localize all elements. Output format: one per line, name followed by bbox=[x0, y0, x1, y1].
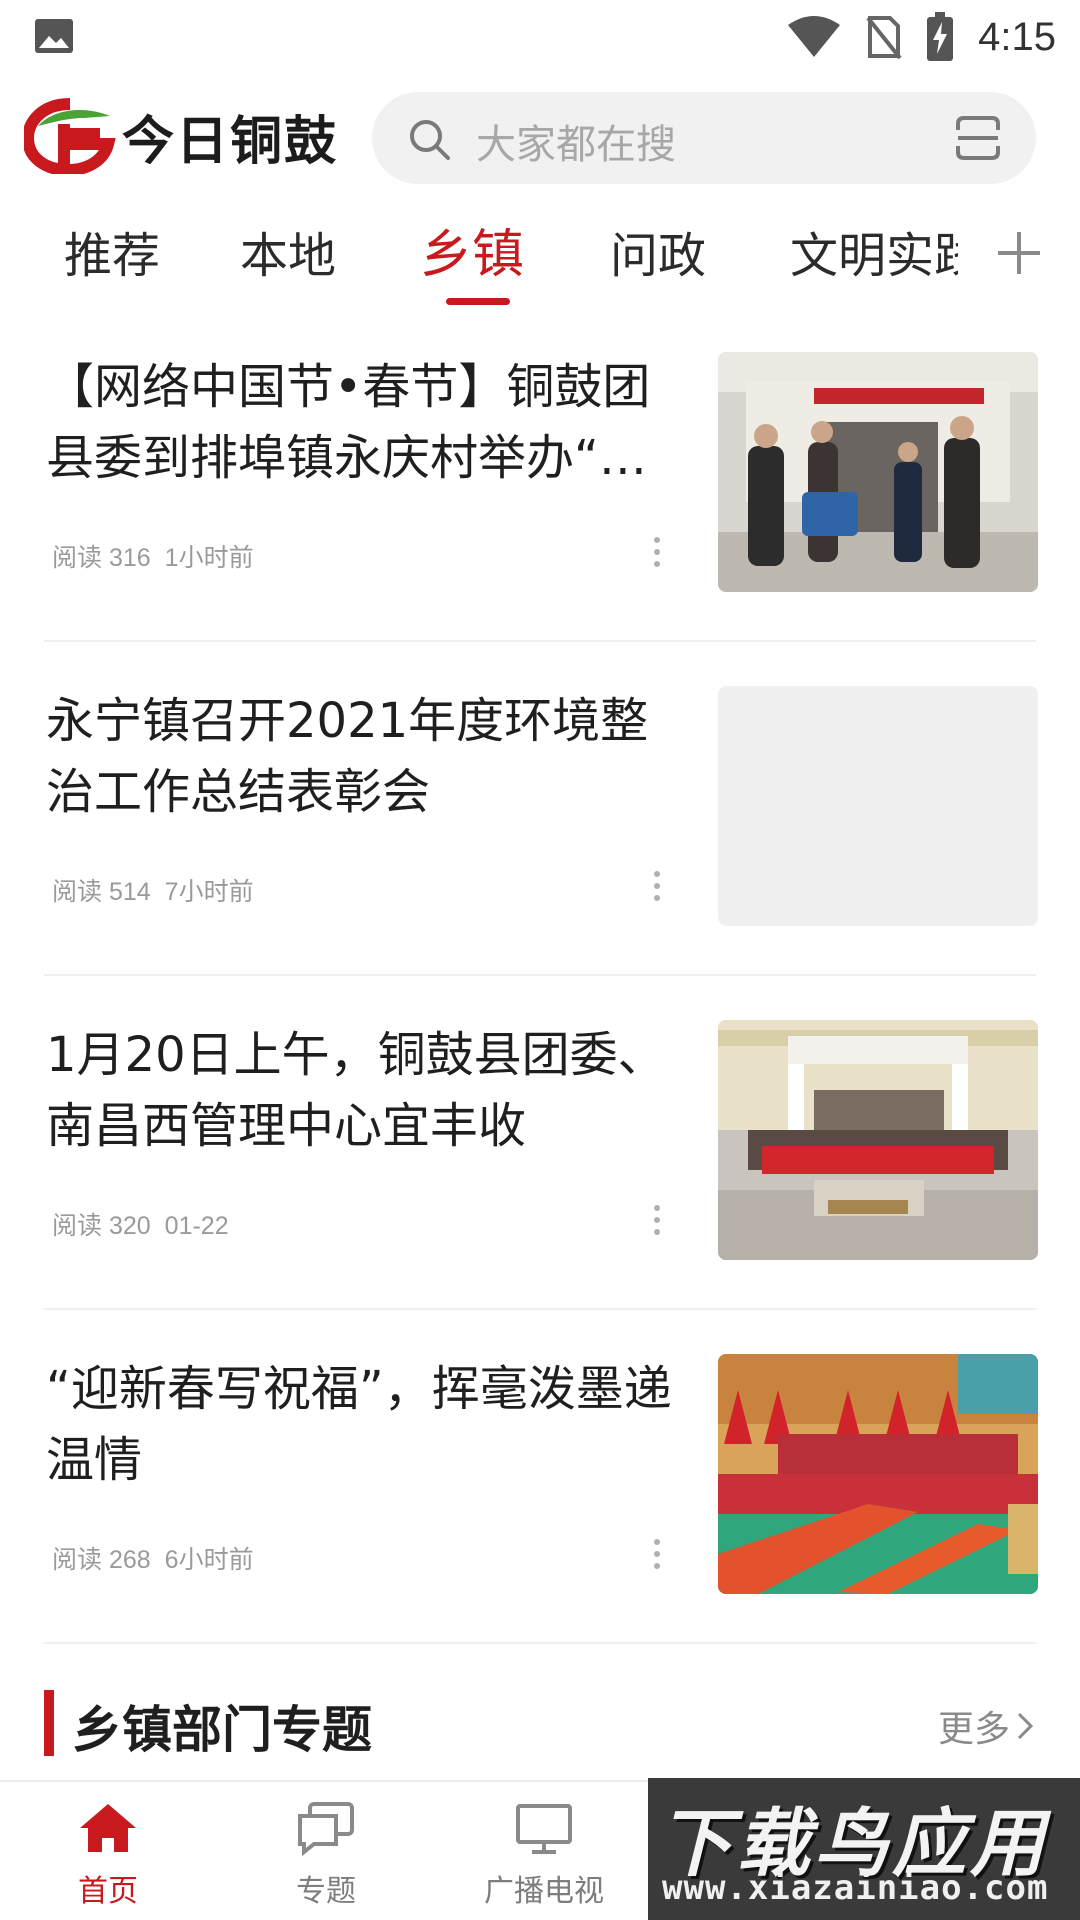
publish-time: 01-22 bbox=[164, 1212, 229, 1240]
add-channel-icon[interactable] bbox=[996, 230, 1042, 276]
publish-time: 6小时前 bbox=[164, 1546, 254, 1574]
news-item[interactable]: 【网络中国节•春节】铜鼓团县委到排埠镇永庆村举办“暖冬行动” 阅读 316 1小时… bbox=[0, 352, 1080, 684]
channel-tabs: 推荐 本地 乡镇 问政 文明实践 bbox=[0, 210, 1080, 310]
logo-mark-icon bbox=[24, 98, 116, 174]
clock-time: 4:15 bbox=[978, 14, 1056, 59]
nav-home[interactable]: 首页 bbox=[38, 1800, 178, 1910]
no-sim-icon bbox=[866, 16, 902, 60]
read-count: 阅读 268 bbox=[52, 1546, 151, 1574]
status-bar: 4:15 bbox=[0, 0, 1080, 74]
news-item[interactable]: 永宁镇召开2021年度环境整治工作总结表彰会 阅读 514 7小时前 bbox=[0, 686, 1080, 1018]
tab-township[interactable]: 乡镇 bbox=[420, 212, 524, 287]
more-options-icon[interactable] bbox=[652, 536, 662, 568]
news-title[interactable]: 1月20日上午，铜鼓县团委、南昌西管理中心宜丰收 bbox=[46, 1020, 676, 1162]
news-item[interactable]: “迎新春写祝福”，挥毫泼墨递温情 阅读 268 6小时前 bbox=[0, 1354, 1080, 1686]
news-meta: 阅读 514 7小时前 bbox=[52, 872, 254, 908]
tab-recommend[interactable]: 推荐 bbox=[64, 216, 160, 286]
nav-broadcast-tv[interactable]: 广播电视 bbox=[474, 1800, 614, 1910]
image-icon bbox=[35, 19, 73, 53]
read-count: 阅读 320 bbox=[52, 1212, 151, 1240]
news-thumbnail[interactable] bbox=[718, 1020, 1038, 1260]
tab-civilization[interactable]: 文明实践 bbox=[790, 216, 958, 286]
news-item[interactable]: 1月20日上午，铜鼓县团委、南昌西管理中心宜丰收 阅读 320 01-22 bbox=[0, 1020, 1080, 1352]
news-title[interactable]: 永宁镇召开2021年度环境整治工作总结表彰会 bbox=[46, 686, 676, 828]
home-icon bbox=[80, 1804, 136, 1852]
search-bar[interactable]: 大家都在搜 bbox=[372, 92, 1036, 184]
tv-icon bbox=[516, 1804, 572, 1854]
nav-label: 专题 bbox=[296, 1874, 356, 1909]
app-logo: 今日铜鼓 bbox=[24, 98, 338, 174]
divider bbox=[44, 640, 1036, 642]
nav-topics[interactable]: 专题 bbox=[256, 1800, 396, 1910]
publish-time: 7小时前 bbox=[164, 878, 254, 906]
tab-local[interactable]: 本地 bbox=[240, 216, 336, 286]
scan-icon[interactable] bbox=[954, 114, 1002, 162]
app-header: 今日铜鼓 大家都在搜 bbox=[0, 86, 1080, 186]
news-thumbnail[interactable] bbox=[718, 352, 1038, 592]
publish-time: 1小时前 bbox=[164, 544, 254, 572]
chevron-right-icon bbox=[1017, 1712, 1034, 1740]
more-options-icon[interactable] bbox=[652, 870, 662, 902]
chat-icon bbox=[298, 1802, 354, 1856]
search-icon bbox=[410, 120, 450, 160]
nav-label: 广播电视 bbox=[484, 1874, 604, 1909]
news-title[interactable]: 【网络中国节•春节】铜鼓团县委到排埠镇永庆村举办“暖冬行动” bbox=[46, 352, 676, 494]
watermark: 下载鸟应用 www.xiazainiao.com bbox=[648, 1778, 1080, 1920]
search-placeholder: 大家都在搜 bbox=[476, 122, 676, 168]
tab-civilization-clip: 文明实践 bbox=[790, 210, 958, 296]
more-label: 更多 bbox=[937, 1709, 1010, 1750]
more-options-icon[interactable] bbox=[652, 1204, 662, 1236]
more-options-icon[interactable] bbox=[652, 1538, 662, 1570]
section-title: 乡镇部门专题 bbox=[72, 1701, 372, 1759]
divider bbox=[44, 1642, 1036, 1644]
watermark-url: www.xiazainiao.com bbox=[662, 1868, 1049, 1908]
wifi-icon bbox=[788, 16, 841, 57]
section-header: 乡镇部门专题 更多 bbox=[0, 1680, 1080, 1760]
read-count: 阅读 316 bbox=[52, 544, 151, 572]
battery-charging-icon bbox=[927, 12, 954, 61]
news-meta: 阅读 316 1小时前 bbox=[52, 538, 254, 574]
logo-text: 今日铜鼓 bbox=[122, 111, 339, 172]
section-more-link[interactable]: 更多 bbox=[938, 1700, 1034, 1752]
news-meta: 阅读 320 01-22 bbox=[52, 1206, 229, 1242]
news-meta: 阅读 268 6小时前 bbox=[52, 1540, 254, 1576]
divider bbox=[44, 974, 1036, 976]
read-count: 阅读 514 bbox=[52, 878, 151, 906]
section-accent-bar bbox=[44, 1690, 54, 1756]
nav-label: 首页 bbox=[78, 1874, 138, 1909]
news-thumbnail[interactable] bbox=[718, 1354, 1038, 1594]
active-tab-indicator bbox=[446, 298, 510, 305]
news-title[interactable]: “迎新春写祝福”，挥毫泼墨递温情 bbox=[46, 1354, 676, 1496]
divider bbox=[44, 1308, 1036, 1310]
tab-inquiry[interactable]: 问政 bbox=[610, 216, 706, 286]
news-thumbnail-placeholder[interactable] bbox=[718, 686, 1038, 926]
